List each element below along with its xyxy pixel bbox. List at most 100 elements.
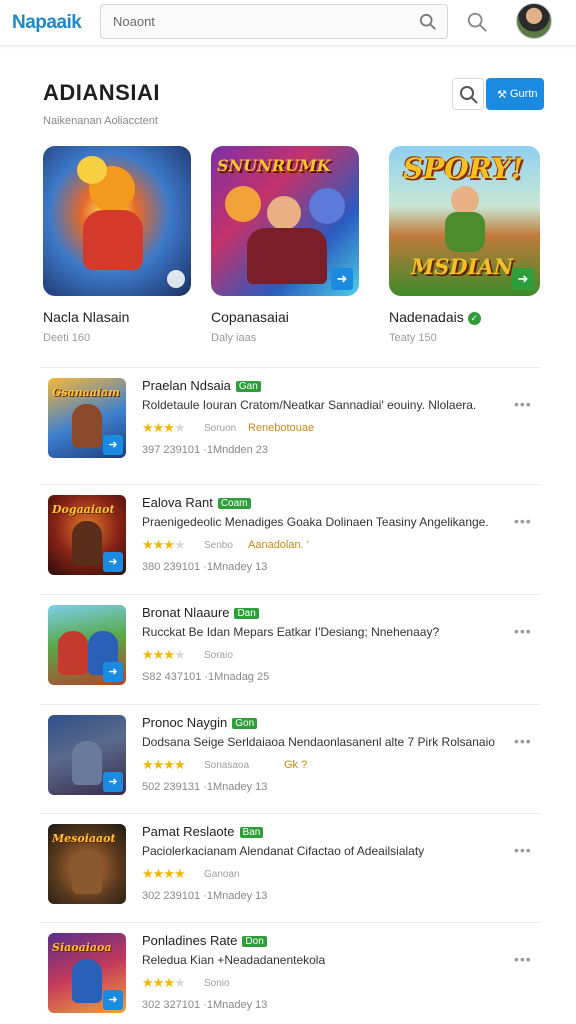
category-label: Gk ?: [284, 759, 308, 771]
featured-card[interactable]: Nacla Nlasain Deeti 160: [43, 146, 191, 344]
game-description: Roldetaule Iouran Cratom/Neatkar Sannadi…: [142, 398, 477, 412]
list-item[interactable]: Gsanaaiam ➜ Praelan Ndsaia Gan Roldetaule…: [0, 370, 576, 480]
game-description: Paciolerkacianam Alendanat Cifactao of A…: [142, 844, 425, 858]
search-button[interactable]: [452, 78, 484, 110]
list-item[interactable]: Mesoiaaot Pamat Reslaote Ban Paciolerkaci…: [0, 816, 576, 926]
status-badge: Ban: [239, 827, 264, 838]
category-text: Ganoan: [204, 869, 240, 880]
rating-stars: ★★★★: [142, 537, 186, 552]
list-item[interactable]: Siaoaiaoa ➜ Ponladines Rate Don Reledua K…: [0, 925, 576, 1024]
featured-title[interactable]: Nadenadais ✓: [389, 309, 481, 325]
play-icon[interactable]: ➜: [103, 990, 123, 1010]
filter-button-label: Gurtn: [510, 88, 538, 100]
avatar[interactable]: [516, 3, 552, 39]
status-badge: Gan: [235, 381, 261, 392]
filter-button[interactable]: ⚒ Gurtn: [486, 78, 544, 110]
thumbnail-title: Mesoiaaot: [52, 832, 116, 845]
list-item[interactable]: Dogaaiaot ➜ Ealova Rant Coam Praenigedeol…: [0, 487, 576, 597]
game-artwork: SPORY! MSDIAN ➜: [389, 146, 540, 296]
game-thumbnail[interactable]: Gsanaaiam ➜: [48, 378, 126, 458]
game-thumbnail[interactable]: ➜: [48, 605, 126, 685]
hero-figure: [72, 404, 102, 448]
category-text: Soraio: [204, 650, 233, 661]
hero-figure: [72, 959, 102, 1003]
game-stats: S82 437101 ·1Mnadag 25: [142, 671, 270, 683]
play-icon[interactable]: ➜: [103, 552, 123, 572]
game-name-text: Pronoc Naygin: [142, 715, 228, 730]
gear-icon: [167, 270, 185, 288]
rating-stars: ★★★★: [142, 647, 186, 662]
hero-center: [267, 196, 301, 230]
play-icon[interactable]: ➜: [103, 772, 123, 792]
category-text: Sonasaoa: [204, 760, 250, 771]
game-name-text: Bronat Nlaaure: [142, 605, 230, 620]
game-thumbnail[interactable]: ➜: [48, 715, 126, 795]
game-description: Dodsana Seige Serldaiaoa Nendaonlasanenl…: [142, 735, 495, 749]
game-name[interactable]: Pronoc Naygin Gon: [142, 715, 258, 730]
featured-title[interactable]: Copanasaiai: [211, 309, 289, 325]
featured-meta: Deeti 160: [43, 332, 91, 344]
more-options-icon[interactable]: •••: [514, 396, 532, 412]
game-name[interactable]: Pamat Reslaote Ban: [142, 824, 264, 839]
more-options-icon[interactable]: •••: [514, 513, 532, 529]
more-options-icon[interactable]: •••: [514, 951, 532, 967]
game-description: Rucckat Be Idan Mepars Eatkar I'Desiang;…: [142, 625, 440, 639]
game-thumbnail[interactable]: Mesoiaaot: [48, 824, 126, 904]
list-item[interactable]: ➜ Bronat Nlaaure Dan Rucckat Be Idan Mepa…: [0, 597, 576, 707]
artwork-title: SNUNRUMK: [217, 156, 331, 175]
more-options-icon[interactable]: •••: [514, 842, 532, 858]
search-input[interactable]: Noaont: [100, 4, 448, 39]
game-name-text: Ponladines Rate: [142, 933, 238, 948]
page-subtitle: Naikenanan Aoliacctent: [43, 115, 158, 127]
game-artwork: SNUNRUMK ➜: [211, 146, 359, 296]
game-name-text: Praelan Ndsaia: [142, 378, 231, 393]
search-icon[interactable]: [419, 13, 437, 31]
game-thumbnail[interactable]: Siaoaiaoa ➜: [48, 933, 126, 1013]
arrow-right-icon[interactable]: ➜: [331, 268, 353, 290]
status-badge: Gon: [232, 718, 258, 729]
featured-card[interactable]: SNUNRUMK ➜ Copanasaiai Daly iaas: [211, 146, 359, 344]
game-stats: 502 239131 ·1Mnadey 13: [142, 781, 268, 793]
game-name-text: Ealova Rant: [142, 495, 213, 510]
featured-title[interactable]: Nacla Nlasain: [43, 309, 129, 325]
top-bar: Napaaik Noaont: [0, 0, 576, 46]
more-options-icon[interactable]: •••: [514, 623, 532, 639]
search-placeholder: Noaont: [113, 14, 155, 29]
hero-figure: [58, 631, 88, 675]
featured-meta: Teaty 150: [389, 332, 437, 344]
game-name[interactable]: Praelan Ndsaia Gan: [142, 378, 261, 393]
play-icon[interactable]: ➜: [103, 662, 123, 682]
featured-title-text: Nadenadais: [389, 309, 464, 325]
game-stats: 397 239101 ·1Mndden 23: [142, 444, 268, 456]
list-item[interactable]: ➜ Pronoc Naygin Gon Dodsana Seige Serldai…: [0, 707, 576, 817]
more-options-icon[interactable]: •••: [514, 733, 532, 749]
app-logo[interactable]: Napaaik: [12, 12, 82, 34]
game-name[interactable]: Bronat Nlaaure Dan: [142, 605, 259, 620]
search-icon: [460, 86, 478, 104]
game-name[interactable]: Ealova Rant Coam: [142, 495, 251, 510]
hero-left: [225, 186, 261, 222]
hero-hair: [77, 156, 107, 184]
thumbnail-title: Siaoaiaoa: [52, 941, 112, 954]
rating-stars: ★★★★: [142, 866, 186, 881]
game-name-text: Pamat Reslaote: [142, 824, 235, 839]
game-name[interactable]: Ponladines Rate Don: [142, 933, 267, 948]
featured-card[interactable]: SPORY! MSDIAN ➜ Nadenadais ✓ Teaty 150: [389, 146, 540, 344]
game-stats: 302 327101 ·1Mnadey 13: [142, 999, 268, 1011]
status-badge: Coam: [217, 498, 251, 509]
category-text: Senbo: [204, 540, 233, 551]
play-icon[interactable]: ➜: [103, 435, 123, 455]
hero-body: [445, 212, 485, 252]
game-thumbnail[interactable]: Dogaaiaot ➜: [48, 495, 126, 575]
artwork-subtitle: MSDIAN: [411, 254, 513, 279]
arrow-right-icon[interactable]: ➜: [512, 268, 534, 290]
divider: [40, 484, 540, 485]
hero-right: [309, 188, 345, 224]
status-badge: Dan: [234, 608, 259, 619]
category-label: Renebotouae: [248, 422, 315, 434]
tool-icon: ⚒: [497, 89, 507, 101]
game-artwork: [43, 146, 191, 296]
search-icon[interactable]: [466, 11, 488, 33]
rating-stars: ★★★★: [142, 757, 186, 772]
page-title: ADIANSIAI: [43, 80, 160, 105]
